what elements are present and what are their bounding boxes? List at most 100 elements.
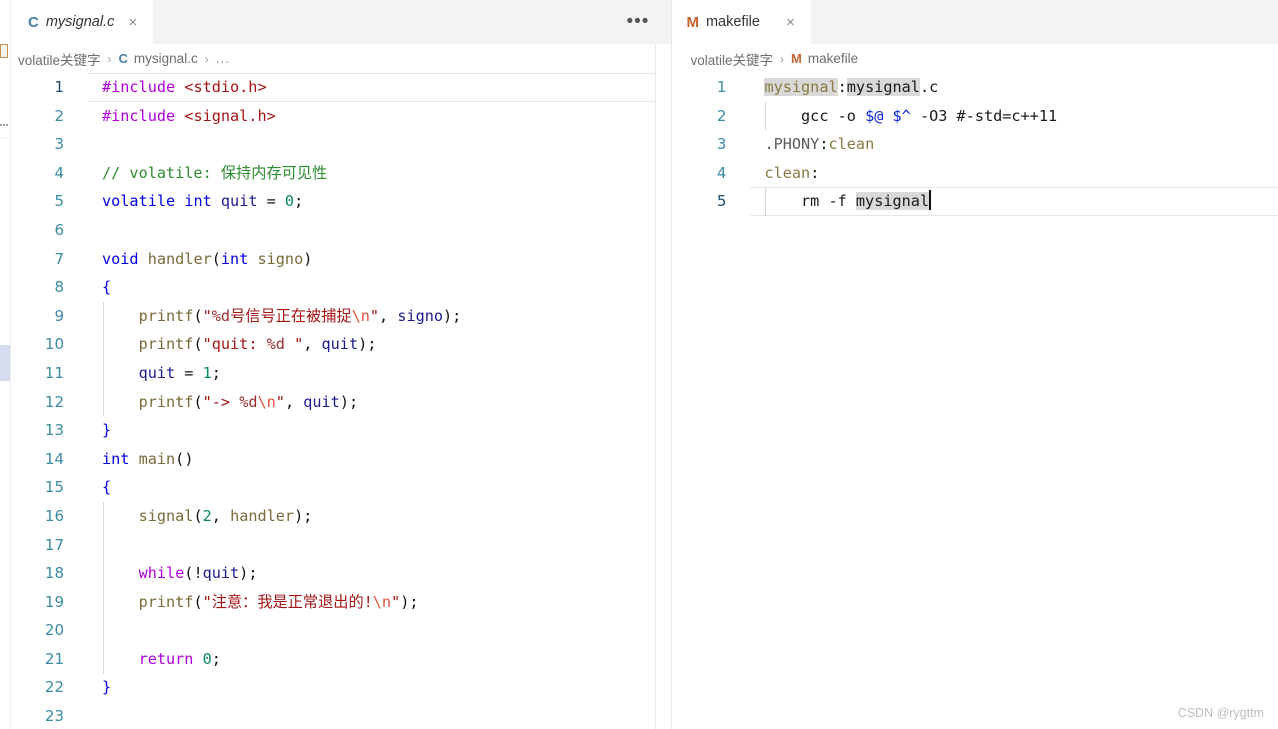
code-token: clean xyxy=(764,163,811,182)
code-token: } xyxy=(102,678,112,697)
code-token: 0 xyxy=(284,192,295,211)
code-line[interactable]: 21 return 0; xyxy=(0,645,671,674)
code-token: -O3 #-std=c++11 xyxy=(910,106,1058,125)
code-line[interactable]: 4// volatile: 保持内存可见性 xyxy=(0,159,671,188)
code-token: ( xyxy=(193,306,203,325)
code-token: rm -f xyxy=(764,192,856,211)
code-line[interactable]: 1 mysignal:mysignal.c xyxy=(672,73,1278,102)
breadcrumb-item-0[interactable]: volatile关键字 xyxy=(690,49,773,69)
code-line[interactable]: 1 #include <stdio.h> xyxy=(0,73,671,102)
code-line[interactable]: 7 void handler(int signo) xyxy=(0,245,671,274)
code-line[interactable]: 3 .PHONY:clean xyxy=(672,130,1278,159)
editor-pane-left: C mysignal.c × ••• volatile关键字 › C mysig… xyxy=(0,0,672,729)
code-line[interactable]: 10 printf("quit: %d ", quit); xyxy=(0,330,671,359)
editor-window: C mysignal.c × ••• volatile关键字 › C mysig… xyxy=(0,0,1278,729)
explorer-folder-chip[interactable] xyxy=(0,44,8,58)
code-token: { xyxy=(102,478,112,497)
code-token: printf xyxy=(138,592,194,611)
code-token: #include xyxy=(102,78,185,96)
explorer-selected-item[interactable] xyxy=(0,345,10,381)
code-token: "quit: xyxy=(202,335,267,354)
code-token: } xyxy=(102,421,112,440)
breadcrumb-item-1[interactable]: mysignal.c xyxy=(134,51,198,66)
code-token: ( xyxy=(193,392,203,411)
code-line[interactable]: 13} xyxy=(0,416,671,445)
code-line[interactable]: 14 int main() xyxy=(0,445,671,474)
code-text: { xyxy=(74,273,111,302)
code-line[interactable]: 18 while(!quit); xyxy=(0,559,671,588)
code-token: gcc -o xyxy=(764,106,866,125)
code-token: 1 xyxy=(202,363,212,382)
code-token: quit xyxy=(303,392,340,411)
more-actions-icon[interactable]: ••• xyxy=(627,12,650,31)
code-text: signal(2, handler); xyxy=(74,502,313,531)
code-text: printf("%d号信号正在被捕捉\n", signo); xyxy=(74,302,462,331)
tabbar-right: M makefile × xyxy=(672,0,1278,44)
code-line[interactable]: 8{ xyxy=(0,273,671,302)
chevron-right-icon: › xyxy=(204,51,209,66)
code-editor-right[interactable]: 1 mysignal:mysignal.c 2 gcc -o $@ $^ -O3 #… xyxy=(672,73,1278,729)
code-token: \n xyxy=(257,392,276,411)
code-line[interactable]: 3 xyxy=(0,130,671,159)
code-token: %d xyxy=(266,335,285,354)
code-editor-left[interactable]: 1 #include <stdio.h> 2 #include <signal.h> 3… xyxy=(0,73,671,729)
code-token: (! xyxy=(184,564,203,583)
tab-label: makefile xyxy=(705,14,760,30)
makefile-icon: M xyxy=(686,13,699,31)
breadcrumb-more[interactable]: ... xyxy=(216,51,230,66)
minimap-divider xyxy=(655,44,656,729)
code-token: ( xyxy=(193,506,203,525)
code-text: } xyxy=(74,673,111,702)
close-icon[interactable]: × xyxy=(125,15,140,30)
code-line[interactable]: 2 #include <signal.h> xyxy=(0,102,671,131)
watermark: CSDN @rygttm xyxy=(1177,706,1264,720)
close-icon[interactable]: × xyxy=(783,15,798,30)
code-token: \n xyxy=(351,306,370,325)
code-line[interactable]: 22} xyxy=(0,673,671,702)
code-line[interactable]: 17 xyxy=(0,531,671,560)
code-line[interactable]: 23 xyxy=(0,702,671,729)
code-line[interactable]: 5 volatile int quit = 0; xyxy=(0,187,671,216)
code-token: printf xyxy=(138,335,194,354)
code-line[interactable]: 19 printf("注意：我是正常退出的!\n"); xyxy=(0,588,671,617)
sliver-dots-icon xyxy=(0,113,9,126)
code-token: $^ xyxy=(892,106,911,125)
code-token: ; xyxy=(294,192,304,211)
code-text: // volatile: 保持内存可见性 xyxy=(74,159,327,188)
tab-mysignal-c[interactable]: C mysignal.c × xyxy=(14,0,155,44)
code-token: : xyxy=(837,78,847,96)
code-line[interactable]: 5 rm -f mysignal xyxy=(672,187,1278,216)
code-line[interactable]: 2 gcc -o $@ $^ -O3 #-std=c++11 xyxy=(672,102,1278,131)
code-line[interactable]: 20 xyxy=(0,616,671,645)
code-line[interactable]: 16 signal(2, handler); xyxy=(0,502,671,531)
code-text: gcc -o $@ $^ -O3 #-std=c++11 xyxy=(736,102,1057,131)
code-line[interactable]: 4 clean: xyxy=(672,159,1278,188)
code-token: : xyxy=(810,163,820,182)
code-text: #include <stdio.h> xyxy=(74,73,267,102)
breadcrumb-item-0[interactable]: volatile关键字 xyxy=(18,49,101,69)
code-line[interactable]: 9 printf("%d号信号正在被捕捉\n", signo); xyxy=(0,302,671,331)
code-line[interactable]: 15{ xyxy=(0,473,671,502)
code-line[interactable]: 12 printf("-> %d\n", quit); xyxy=(0,388,671,417)
code-line[interactable]: 11 quit = 1; xyxy=(0,359,671,388)
code-token: () xyxy=(175,449,194,468)
code-token: " xyxy=(369,306,380,325)
code-token: " xyxy=(275,392,285,411)
code-line[interactable]: 6 xyxy=(0,216,671,245)
tab-makefile[interactable]: M makefile × xyxy=(672,0,812,44)
code-token: = xyxy=(257,192,285,211)
code-token: ( xyxy=(211,249,221,268)
code-token: ); xyxy=(358,335,377,354)
breadcrumb-item-1[interactable]: makefile xyxy=(808,51,858,66)
code-text: int main() xyxy=(74,445,193,474)
code-token: int xyxy=(184,192,212,211)
code-text: { xyxy=(74,473,111,502)
tabbar-actions-left: ••• xyxy=(627,0,650,44)
code-token: printf xyxy=(138,392,194,411)
